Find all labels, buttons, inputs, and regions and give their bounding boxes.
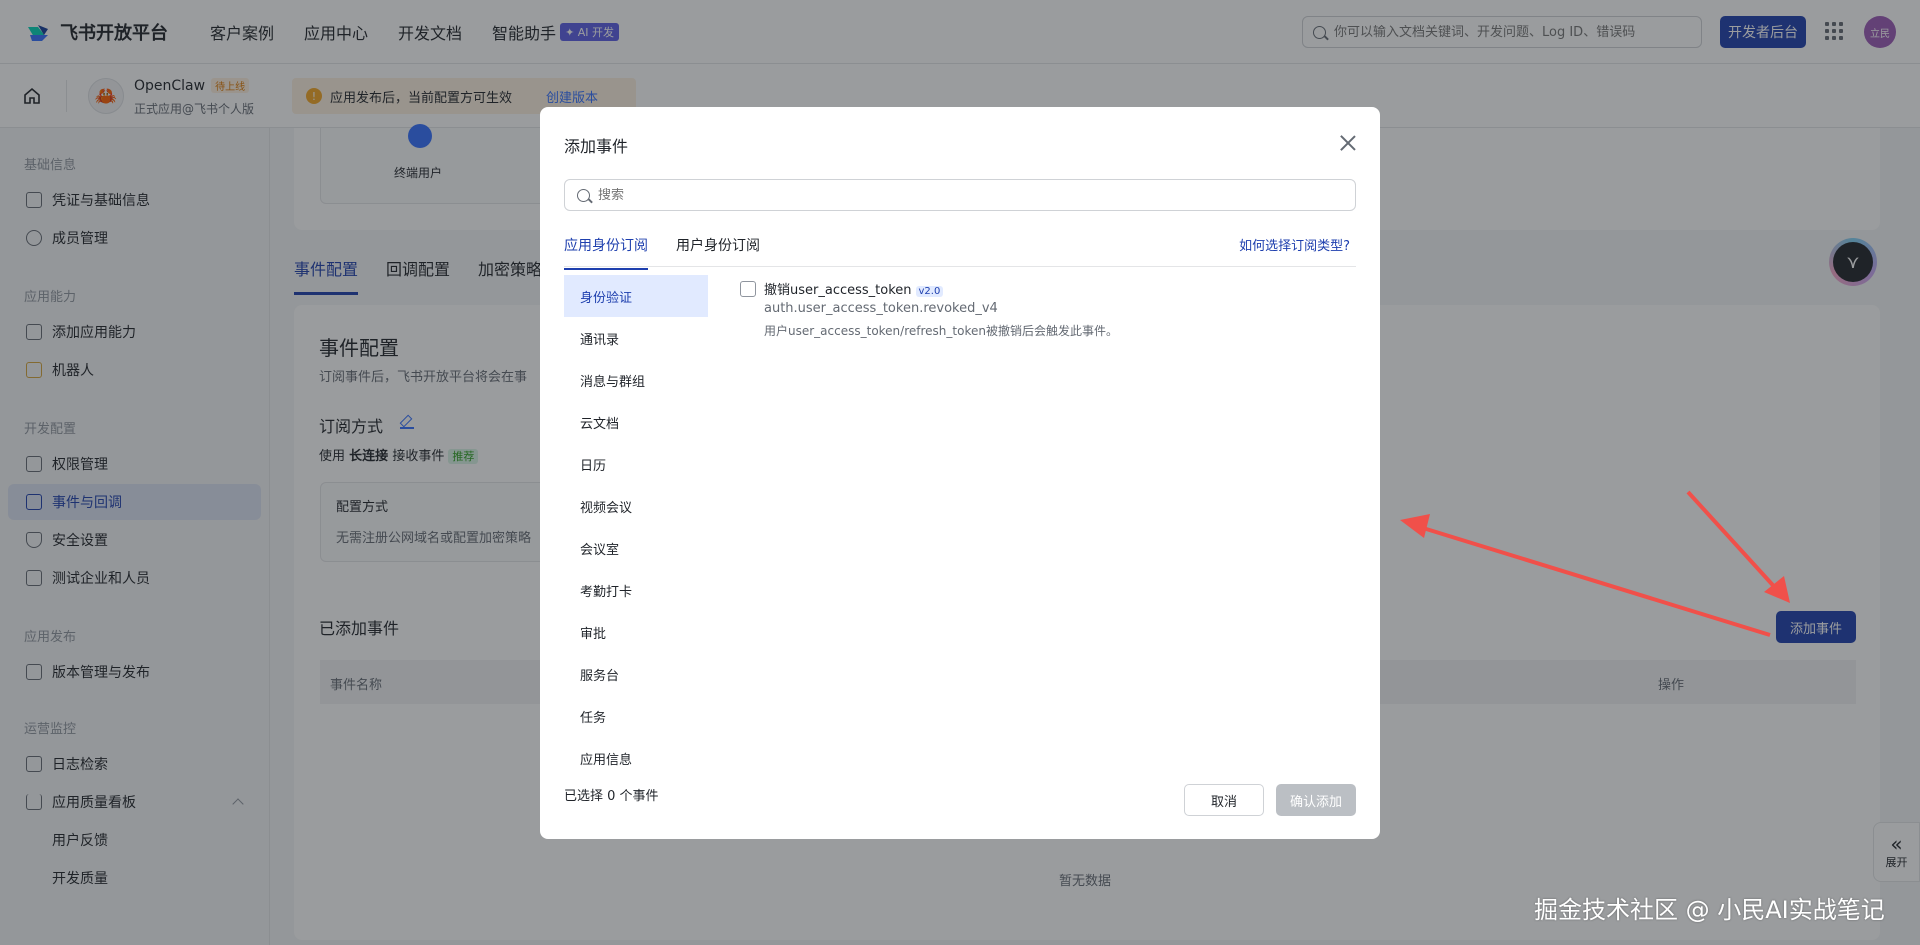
- event-name: 撤销user_access_token v2.0: [764, 279, 944, 298]
- category-item[interactable]: 审批: [564, 611, 708, 653]
- subscription-tabs: 应用身份订阅 用户身份订阅 如何选择订阅类型?: [564, 227, 1356, 270]
- close-icon[interactable]: [1336, 131, 1360, 155]
- event-name-text: 撤销user_access_token: [764, 283, 912, 298]
- modal-search[interactable]: [564, 179, 1356, 211]
- selected-count: 已选择 0 个事件: [564, 789, 659, 804]
- confirm-add-button[interactable]: 确认添加: [1276, 784, 1356, 816]
- category-item[interactable]: 服务台: [564, 653, 708, 695]
- category-item[interactable]: 考勤打卡: [564, 569, 708, 611]
- modal-search-input[interactable]: [598, 187, 1338, 203]
- category-item[interactable]: 应用信息: [564, 737, 708, 771]
- event-key: auth.user_access_token.revoked_v4: [764, 301, 998, 316]
- add-event-modal: 添加事件 应用身份订阅 用户身份订阅 如何选择订阅类型? 身份验证 通讯录 消息…: [540, 107, 1380, 839]
- help-link[interactable]: 如何选择订阅类型?: [1239, 235, 1350, 254]
- tab-user-identity[interactable]: 用户身份订阅: [676, 235, 760, 268]
- event-description: 用户user_access_token/refresh_token被撤销后会触发…: [764, 324, 1118, 338]
- category-item[interactable]: 身份验证: [564, 275, 708, 317]
- modal-title: 添加事件: [564, 137, 629, 156]
- tab-app-identity[interactable]: 应用身份订阅: [564, 235, 648, 270]
- event-checkbox[interactable]: [740, 281, 756, 297]
- category-item[interactable]: 会议室: [564, 527, 708, 569]
- watermark: 掘金技术社区 @ 小民AI实战笔记: [1534, 896, 1885, 924]
- cancel-button[interactable]: 取消: [1184, 784, 1264, 816]
- category-item[interactable]: 日历: [564, 443, 708, 485]
- category-item[interactable]: 任务: [564, 695, 708, 737]
- search-icon: [577, 188, 590, 202]
- category-item[interactable]: 消息与群组: [564, 359, 708, 401]
- category-item[interactable]: 云文档: [564, 401, 708, 443]
- category-item[interactable]: 视频会议: [564, 485, 708, 527]
- version-badge: v2.0: [915, 286, 944, 297]
- category-list: 身份验证 通讯录 消息与群组 云文档 日历 视频会议 会议室 考勤打卡 审批 服…: [564, 275, 708, 771]
- category-item[interactable]: 通讯录: [564, 317, 708, 359]
